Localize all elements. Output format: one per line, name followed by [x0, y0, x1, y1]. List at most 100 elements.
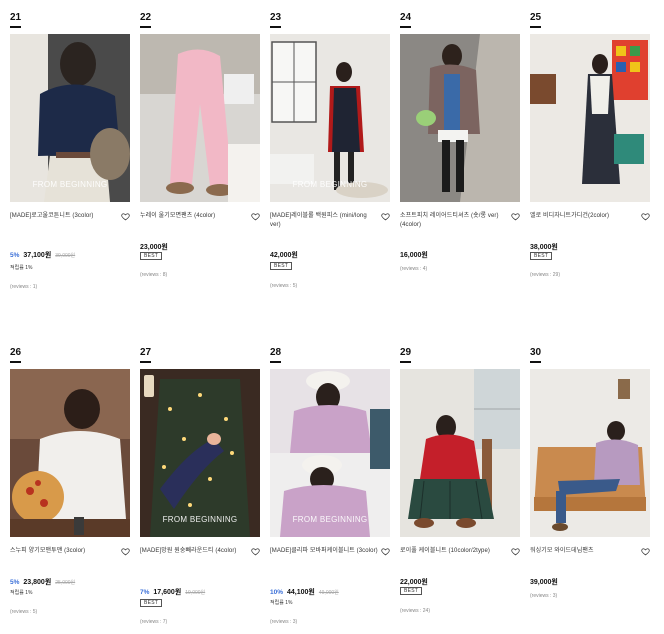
best-badge: BEST: [530, 252, 553, 260]
product-name-row: [MADE]레이블롤 백원피스 (mini/long ver): [270, 212, 390, 230]
heart-outline-icon[interactable]: [251, 547, 260, 556]
rank-number: 23: [270, 12, 282, 23]
heart-outline-icon[interactable]: [641, 547, 650, 556]
discount-rate: 5%: [10, 579, 20, 586]
product-name[interactable]: [MADE]망원 원숭빼라운드티 (4color): [140, 547, 248, 556]
review-count[interactable]: (reviews : 7): [140, 619, 167, 625]
price-row: 7% 17,600원 19,000원: [140, 581, 205, 599]
review-count[interactable]: (reviews : 8): [140, 272, 167, 278]
sale-price: 23,800원: [23, 579, 52, 586]
review-count[interactable]: (reviews : 5): [10, 609, 37, 615]
heart-outline-icon[interactable]: [641, 212, 650, 221]
discount-rate: 10%: [270, 589, 284, 596]
product-name[interactable]: 누레이 울기모면팬츠 (4color): [140, 212, 248, 221]
rank-underline: [400, 26, 411, 28]
product-image[interactable]: [140, 34, 260, 202]
product-name-row: 엘로 비디자니트가디건(2color): [530, 212, 650, 221]
original-price: 25,000원: [55, 580, 76, 586]
product-photo-art: [530, 34, 650, 202]
product-name-row: 누레이 울기모면팬츠 (4color): [140, 212, 260, 221]
reward-rate: 적립률 1%: [10, 265, 33, 271]
product-photo-art: [10, 369, 130, 537]
heart-outline-icon[interactable]: [381, 547, 390, 556]
sale-price: 16,000원: [400, 252, 428, 259]
price-row: 42,000원: [270, 244, 298, 262]
sale-price: 42,000원: [270, 252, 298, 259]
sale-price: 39,000원: [530, 579, 558, 586]
product-photo-art: [400, 369, 520, 537]
price-row: 39,000원: [530, 571, 558, 589]
product-name[interactable]: 엘로 비디자니트가디건(2color): [530, 212, 638, 221]
product-image[interactable]: [10, 369, 130, 537]
rank-number: 21: [10, 12, 22, 23]
product-photo-art: [270, 34, 390, 202]
heart-outline-icon[interactable]: [381, 212, 390, 221]
heart-outline-icon[interactable]: [121, 212, 130, 221]
sale-price: 38,000원: [530, 244, 558, 251]
reward-rate: 적립률 1%: [10, 590, 33, 596]
product-image[interactable]: [400, 369, 520, 537]
original-price: 49,000원: [318, 590, 339, 596]
review-count[interactable]: (reviews : 29): [530, 272, 560, 278]
rank-number: 30: [530, 347, 542, 358]
best-badge: BEST: [140, 599, 163, 607]
product-name[interactable]: 스누피 양기모맨투맨 (3color): [10, 547, 118, 556]
product-name-row: [MADE]망원 원숭빼라운드티 (4color): [140, 547, 260, 556]
discount-rate: 7%: [140, 589, 150, 596]
heart-outline-icon[interactable]: [121, 547, 130, 556]
rank-number: 29: [400, 347, 412, 358]
product-photo-art: [140, 369, 260, 537]
heart-outline-icon[interactable]: [511, 212, 520, 221]
rank-underline: [400, 361, 411, 363]
product-name-row: 소프트피치 레이어드티셔츠 (숏/롱 ver)(4color): [400, 212, 520, 230]
product-name[interactable]: 소프트피치 레이어드티셔츠 (숏/롱 ver)(4color): [400, 212, 508, 230]
review-count[interactable]: (reviews : 3): [530, 593, 557, 599]
original-price: 39,000원: [55, 253, 76, 259]
product-image[interactable]: [530, 34, 650, 202]
product-name[interactable]: 워싱기모 와이드데님팬츠: [530, 547, 638, 556]
product-image[interactable]: [400, 34, 520, 202]
brand-watermark: FROM BEGINNING: [32, 180, 108, 189]
price-row: 16,000원: [400, 244, 428, 262]
rank-underline: [10, 361, 21, 363]
review-count[interactable]: (reviews : 24): [400, 608, 430, 614]
product-image[interactable]: FROM BEGINNING: [10, 34, 130, 202]
review-count[interactable]: (reviews : 4): [400, 266, 427, 272]
rank-number: 25: [530, 12, 542, 23]
brand-watermark: FROM BEGINNING: [292, 180, 368, 189]
rank-underline: [10, 26, 21, 28]
reward-rate: 적립률 1%: [270, 600, 293, 606]
rank-number: 28: [270, 347, 282, 358]
review-count[interactable]: (reviews : 1): [10, 284, 37, 290]
product-image[interactable]: FROM BEGINNING: [270, 34, 390, 202]
sale-price: 22,000원: [400, 579, 428, 586]
product-name[interactable]: [MADE]로고울코튼니트 (3color): [10, 212, 118, 221]
rank-number: 26: [10, 347, 22, 358]
best-badge: BEST: [140, 252, 163, 260]
product-name[interactable]: [MADE]레이블롤 백원피스 (mini/long ver): [270, 212, 378, 230]
price-row: 10% 44,100원 49,000원: [270, 581, 339, 599]
product-name[interactable]: [MADE]클리파 모바퍼케이블니트 (3color): [270, 547, 378, 556]
rank-number: 24: [400, 12, 412, 23]
discount-rate: 5%: [10, 252, 20, 259]
product-image[interactable]: FROM BEGINNING: [270, 369, 390, 537]
review-count[interactable]: (reviews : 5): [270, 283, 297, 289]
brand-watermark: FROM BEGINNING: [162, 515, 238, 524]
brand-watermark: FROM BEGINNING: [292, 515, 368, 524]
product-name[interactable]: 로이풀 케이블니트 (10color/2type): [400, 547, 508, 556]
price-row: 5% 37,100원 39,000원: [10, 244, 75, 262]
product-name-row: 스누피 양기모맨투맨 (3color): [10, 547, 130, 556]
product-image[interactable]: FROM BEGINNING: [140, 369, 260, 537]
product-name-row: [MADE]로고울코튼니트 (3color): [10, 212, 130, 221]
heart-outline-icon[interactable]: [251, 212, 260, 221]
review-count[interactable]: (reviews : 3): [270, 619, 297, 625]
product-photo-art: [10, 34, 130, 202]
rank-underline: [270, 26, 281, 28]
rank-underline: [270, 361, 281, 363]
product-image[interactable]: [530, 369, 650, 537]
heart-outline-icon[interactable]: [511, 547, 520, 556]
price-row: 5% 23,800원 25,000원: [10, 571, 75, 589]
rank-number: 22: [140, 12, 152, 23]
sale-price: 17,600원: [153, 589, 182, 596]
best-badge: BEST: [400, 587, 423, 595]
